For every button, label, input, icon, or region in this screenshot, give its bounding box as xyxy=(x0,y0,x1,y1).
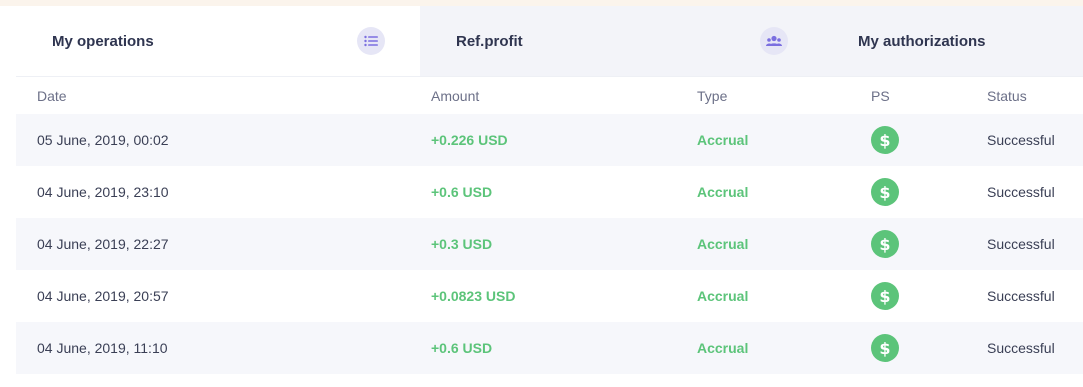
cell-type: Accrual xyxy=(697,236,749,252)
cell-amount: +0.0823 USD xyxy=(431,288,516,304)
tab-ref-profit[interactable]: Ref.profit xyxy=(420,6,824,76)
cell-date: 05 June, 2019, 00:02 xyxy=(37,132,169,148)
cell-amount: +0.6 USD xyxy=(431,184,493,200)
tab-label: My operations xyxy=(52,32,154,50)
dollar-icon: $ xyxy=(871,282,899,310)
header-ps: PS xyxy=(871,87,890,104)
dollar-icon: $ xyxy=(871,126,899,154)
cell-status: Successful xyxy=(987,132,1055,148)
table-row: 04 June, 2019, 20:57 +0.0823 USD Accrual… xyxy=(16,270,1083,322)
cell-date: 04 June, 2019, 23:10 xyxy=(37,184,169,200)
dollar-icon: $ xyxy=(871,334,899,362)
cell-type: Accrual xyxy=(697,132,749,148)
header-type: Type xyxy=(697,87,728,104)
cell-date: 04 June, 2019, 11:10 xyxy=(37,340,168,356)
table-row: 05 June, 2019, 00:02 +0.226 USD Accrual … xyxy=(16,114,1083,166)
header-amount: Amount xyxy=(431,87,480,104)
tabs-bar: My operations Ref.profit My authorizatio… xyxy=(16,6,1083,76)
dollar-icon: $ xyxy=(871,230,899,258)
list-icon xyxy=(357,27,385,55)
dollar-icon: $ xyxy=(871,178,899,206)
cell-type: Accrual xyxy=(697,184,749,200)
tab-label: Ref.profit xyxy=(456,32,523,50)
cell-status: Successful xyxy=(987,288,1055,304)
table-header: Date Amount Type PS Status xyxy=(16,76,1083,114)
table-row: 04 June, 2019, 22:27 +0.3 USD Accrual $ … xyxy=(16,218,1083,270)
cell-type: Accrual xyxy=(697,288,749,304)
operations-table: Date Amount Type PS Status 05 June, 2019… xyxy=(16,76,1083,374)
cell-status: Successful xyxy=(987,236,1055,252)
cell-amount: +0.6 USD xyxy=(431,340,493,356)
cell-status: Successful xyxy=(987,340,1055,356)
users-icon xyxy=(760,27,788,55)
header-status: Status xyxy=(987,87,1027,104)
tab-my-authorizations[interactable]: My authorizations xyxy=(824,6,1083,76)
tab-my-operations[interactable]: My operations xyxy=(16,6,420,76)
cell-type: Accrual xyxy=(697,340,749,356)
cell-amount: +0.3 USD xyxy=(431,236,493,252)
cell-status: Successful xyxy=(987,184,1055,200)
table-row: 04 June, 2019, 11:10 +0.6 USD Accrual $ … xyxy=(16,322,1083,374)
tab-label: My authorizations xyxy=(858,32,986,50)
header-date: Date xyxy=(37,87,67,104)
table-row: 04 June, 2019, 23:10 +0.6 USD Accrual $ … xyxy=(16,166,1083,218)
cell-amount: +0.226 USD xyxy=(431,132,508,148)
cell-date: 04 June, 2019, 22:27 xyxy=(37,236,169,252)
cell-date: 04 June, 2019, 20:57 xyxy=(37,288,169,304)
